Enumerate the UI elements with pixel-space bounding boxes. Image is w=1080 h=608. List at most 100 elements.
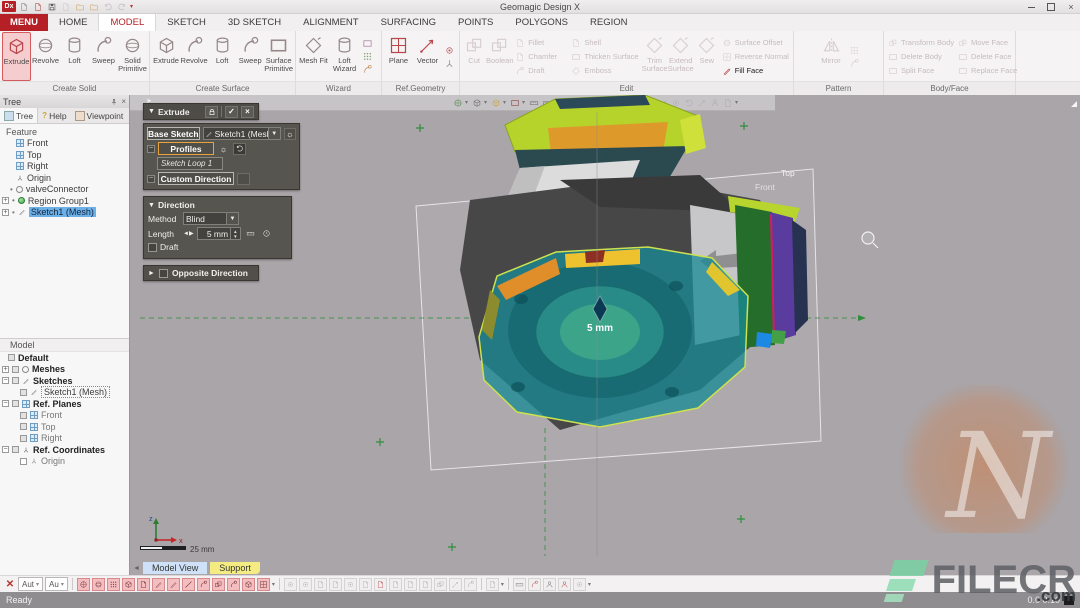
trim-surface-button[interactable]: Trim Surface	[642, 32, 668, 81]
selection-more-icon[interactable]: ▾	[272, 581, 275, 588]
extrude-solid-button[interactable]: Extrude	[2, 32, 31, 81]
collapse-section-icon[interactable]: −	[147, 145, 155, 153]
filter-7-icon[interactable]	[374, 578, 387, 591]
model-item-ref-planes[interactable]: −Ref. Planes	[0, 398, 129, 410]
model-item-origin[interactable]: Origin	[0, 456, 129, 468]
expander-icon[interactable]: +	[2, 197, 9, 204]
circle-tool-icon[interactable]	[573, 578, 586, 591]
select-sketch-icon[interactable]	[152, 578, 165, 591]
tab-model[interactable]: MODEL	[98, 14, 156, 31]
tab-model-view[interactable]: Model View	[143, 562, 207, 574]
filter-5-icon[interactable]	[344, 578, 357, 591]
loft-surface-button[interactable]: Loft	[208, 32, 236, 81]
select-region-icon[interactable]	[92, 578, 105, 591]
spin-down-icon[interactable]: ▼	[231, 234, 239, 239]
feature-item-right[interactable]: Right	[0, 161, 129, 173]
visibility-icon[interactable]	[12, 377, 19, 384]
tab-help[interactable]: ?Help	[38, 108, 70, 123]
pin-icon[interactable]	[110, 98, 118, 106]
sweep-solid-button[interactable]: Sweep	[89, 32, 118, 81]
visibility-icon[interactable]	[20, 423, 27, 430]
select-mesh-icon[interactable]	[77, 578, 90, 591]
open-folder-icon[interactable]	[74, 1, 86, 12]
select-surface-body-icon[interactable]	[227, 578, 240, 591]
revolve-surface-button[interactable]: Revolve	[180, 32, 208, 81]
export-icon[interactable]	[60, 1, 72, 12]
select-face-icon[interactable]	[197, 578, 210, 591]
fillet-button[interactable]: Fillet	[515, 36, 567, 49]
feature-item-front[interactable]: Front	[0, 138, 129, 150]
clock-icon[interactable]	[260, 228, 273, 240]
tab-sketch[interactable]: SKETCH	[156, 14, 217, 31]
extrude-preview-face[interactable]	[479, 247, 748, 427]
shell-button[interactable]: Shell	[571, 36, 639, 49]
model-item-meshes[interactable]: +Meshes	[0, 364, 129, 376]
circular-pattern-icon[interactable]	[849, 58, 860, 69]
tab-scroll-arrow[interactable]: ◄	[133, 565, 140, 572]
auto-mode-select-1[interactable]: Aut▾	[18, 577, 43, 591]
thicken-surface-button[interactable]: Thicken Surface	[571, 50, 639, 63]
cut-button[interactable]: Cut	[462, 32, 486, 81]
linear-pattern-icon[interactable]	[849, 45, 860, 56]
visibility-icon[interactable]	[12, 446, 19, 453]
select-poly-vertex-icon[interactable]	[122, 578, 135, 591]
ref-coordinate-icon[interactable]	[444, 58, 455, 69]
doc-tool-more-icon[interactable]: ▾	[501, 581, 504, 588]
save-icon[interactable]	[46, 1, 58, 12]
filter-2-icon[interactable]	[299, 578, 312, 591]
feature-item-region-group[interactable]: +•Region Group1	[0, 195, 129, 207]
select-point-icon[interactable]	[107, 578, 120, 591]
tab-home[interactable]: HOME	[48, 14, 99, 31]
ref-point-icon[interactable]	[444, 45, 455, 56]
filter-13-icon[interactable]	[464, 578, 477, 591]
filter-8-icon[interactable]	[389, 578, 402, 591]
sun-icon[interactable]: ☼	[284, 128, 296, 140]
select-all-types-icon[interactable]	[257, 578, 270, 591]
select-datum-icon[interactable]	[242, 578, 255, 591]
delete-body-button[interactable]: Delete Body	[888, 50, 954, 63]
model-item-ref-coordinates[interactable]: −Ref. Coordinates	[0, 444, 129, 456]
transform-body-button[interactable]: Transform Body	[888, 36, 954, 49]
surface-primitive-button[interactable]: Surface Primitive	[264, 32, 293, 81]
profiles-button[interactable]: Profiles	[158, 142, 214, 155]
feature-item-top[interactable]: Top	[0, 149, 129, 161]
solid-primitive-button[interactable]: Solid Primitive	[118, 32, 147, 81]
wizard-extra-2-icon[interactable]	[362, 51, 373, 62]
visibility-icon[interactable]	[20, 389, 27, 396]
tab-3d-sketch[interactable]: 3D SKETCH	[217, 14, 292, 31]
dropdown-icon[interactable]: ▼	[268, 128, 280, 139]
loft-solid-button[interactable]: Loft	[60, 32, 89, 81]
reverse-normal-button[interactable]: Reverse Normal	[722, 50, 789, 63]
vector-button[interactable]: Vector	[413, 32, 442, 81]
draft-checkbox[interactable]	[148, 243, 157, 252]
model-item-front[interactable]: Front	[0, 410, 129, 422]
select-edge-icon[interactable]	[182, 578, 195, 591]
app-icon[interactable]: Dx	[2, 1, 16, 12]
menu-button[interactable]: MENU	[0, 14, 48, 31]
visibility-icon[interactable]	[20, 412, 27, 419]
undo-selection-icon[interactable]	[233, 143, 246, 155]
model-item-right[interactable]: Right	[0, 433, 129, 445]
doc-tool-icon[interactable]	[486, 578, 499, 591]
panel-close-icon[interactable]: ×	[121, 97, 126, 106]
sweep-surface-button[interactable]: Sweep	[236, 32, 264, 81]
visibility-icon[interactable]	[8, 354, 15, 361]
filter-11-icon[interactable]	[434, 578, 447, 591]
extend-surface-button[interactable]: Extend Surface	[668, 32, 694, 81]
sun-icon[interactable]: ☼	[217, 143, 230, 155]
undo-icon[interactable]	[102, 1, 114, 12]
split-face-button[interactable]: Split Face	[888, 64, 954, 77]
sew-button[interactable]: Sew	[694, 32, 720, 81]
wizard-extra-1-icon[interactable]	[362, 38, 373, 49]
filter-3-icon[interactable]	[314, 578, 327, 591]
tab-region[interactable]: REGION	[579, 14, 638, 31]
minimize-button[interactable]	[1026, 2, 1036, 12]
custom-direction-button[interactable]: Custom Direction	[158, 172, 234, 185]
collapse-icon[interactable]: ▼	[148, 202, 155, 209]
quick-access-caret-icon[interactable]: ▾	[130, 3, 133, 10]
cancel-button[interactable]: ×	[241, 106, 254, 118]
surface-offset-button[interactable]: Surface Offset	[722, 36, 789, 49]
method-combo[interactable]: Blind ▼	[183, 212, 239, 225]
chamfer-button[interactable]: Chamfer	[515, 50, 567, 63]
user-view-red-icon[interactable]	[558, 578, 571, 591]
